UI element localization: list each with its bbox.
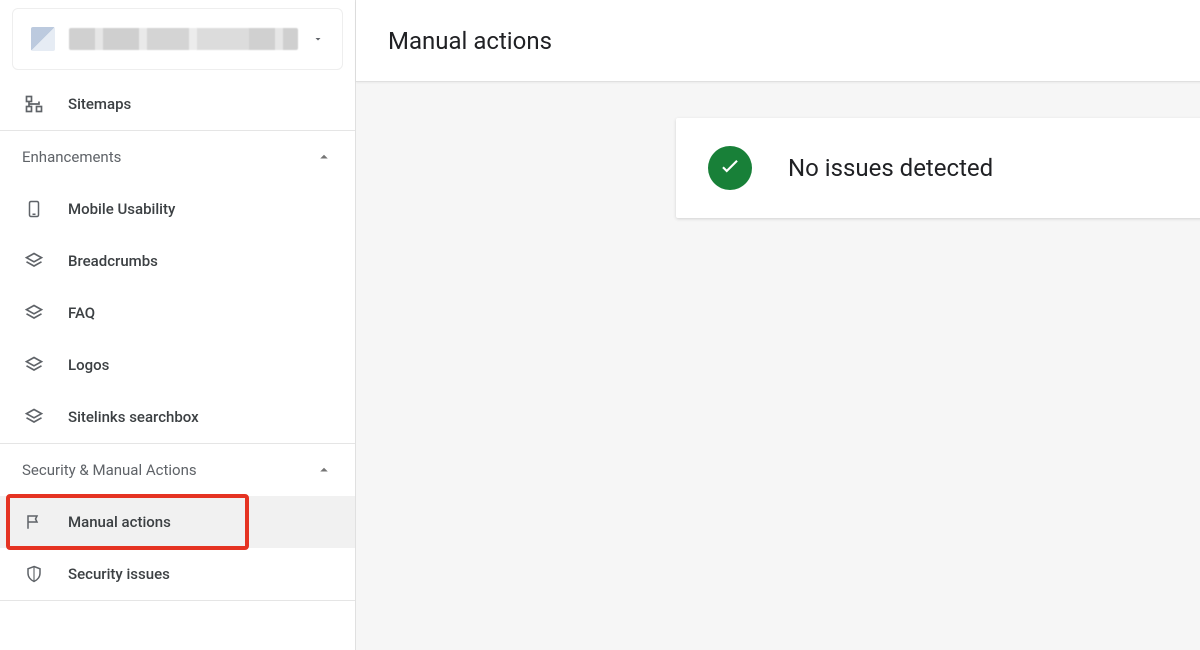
layers-icon bbox=[22, 405, 46, 429]
property-thumb-icon bbox=[31, 27, 55, 51]
sidebar-item-label: FAQ bbox=[68, 304, 95, 322]
status-card: No issues detected bbox=[676, 118, 1200, 218]
page-title: Manual actions bbox=[388, 27, 552, 55]
layers-icon bbox=[22, 353, 46, 377]
sidebar-item-label: Logos bbox=[68, 356, 109, 374]
sidebar-item-security-issues[interactable]: Security issues bbox=[0, 548, 355, 600]
caret-down-icon bbox=[312, 33, 324, 45]
highlight-box: Manual actions bbox=[0, 496, 355, 548]
section-header-label: Security & Manual Actions bbox=[22, 461, 315, 479]
sidebar-item-label: Mobile Usability bbox=[68, 200, 175, 218]
chevron-up-icon bbox=[315, 461, 333, 479]
status-message: No issues detected bbox=[788, 154, 993, 182]
section-header-label: Enhancements bbox=[22, 148, 315, 166]
sidebar-item-label: Breadcrumbs bbox=[68, 252, 158, 270]
divider bbox=[0, 600, 355, 601]
sidebar-item-faq[interactable]: FAQ bbox=[0, 287, 355, 339]
sidebar-item-label: Sitelinks searchbox bbox=[68, 408, 199, 426]
layers-icon bbox=[22, 249, 46, 273]
property-selector[interactable] bbox=[12, 8, 343, 70]
main-pane: Manual actions No issues detected bbox=[356, 0, 1200, 650]
layers-icon bbox=[22, 301, 46, 325]
sitemap-icon bbox=[22, 92, 46, 116]
sidebar-item-label: Security issues bbox=[68, 565, 170, 583]
sidebar-item-breadcrumbs[interactable]: Breadcrumbs bbox=[0, 235, 355, 287]
sidebar-item-sitemaps[interactable]: Sitemaps bbox=[0, 78, 355, 130]
sidebar-item-label: Sitemaps bbox=[68, 95, 131, 113]
check-circle-icon bbox=[708, 146, 752, 190]
flag-icon bbox=[22, 510, 46, 534]
sidebar-item-manual-actions[interactable]: Manual actions bbox=[0, 496, 355, 548]
section-header-security[interactable]: Security & Manual Actions bbox=[0, 444, 355, 496]
sidebar-item-logos[interactable]: Logos bbox=[0, 339, 355, 391]
property-label bbox=[69, 28, 298, 50]
section-header-enhancements[interactable]: Enhancements bbox=[0, 131, 355, 183]
smartphone-icon bbox=[22, 197, 46, 221]
main-body: No issues detected bbox=[356, 82, 1200, 650]
sidebar-item-label: Manual actions bbox=[68, 513, 171, 531]
sidebar: Sitemaps Enhancements Mobile Usability B… bbox=[0, 0, 356, 650]
main-header: Manual actions bbox=[356, 0, 1200, 82]
chevron-up-icon bbox=[315, 148, 333, 166]
shield-icon bbox=[22, 562, 46, 586]
sidebar-item-mobile-usability[interactable]: Mobile Usability bbox=[0, 183, 355, 235]
sidebar-item-sitelinks-searchbox[interactable]: Sitelinks searchbox bbox=[0, 391, 355, 443]
